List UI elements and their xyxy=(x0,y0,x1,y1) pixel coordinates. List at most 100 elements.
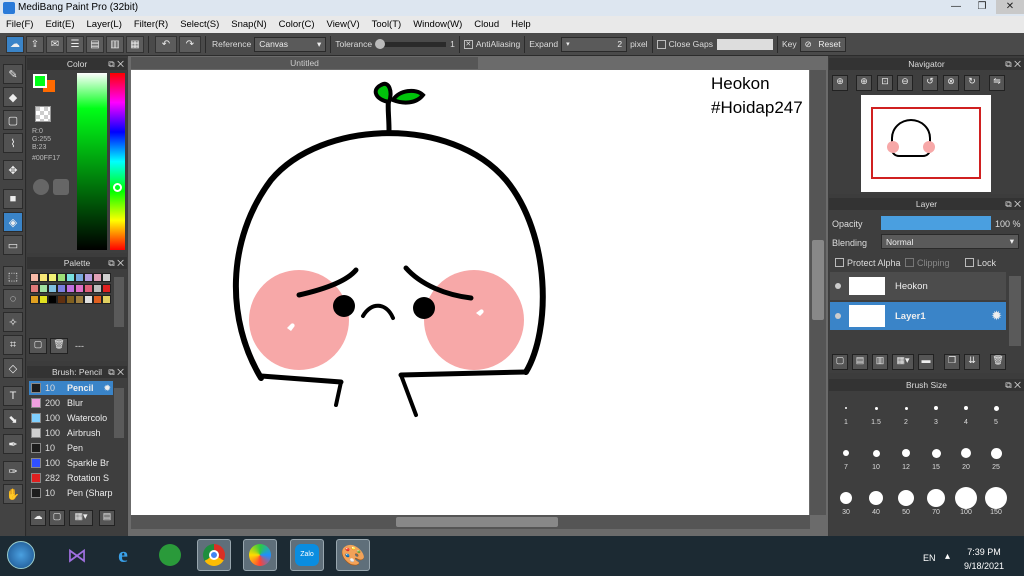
palette-swatch[interactable] xyxy=(30,284,39,293)
cloud-icon[interactable]: ☁ xyxy=(6,35,24,53)
brush-size-preset[interactable]: 15 xyxy=(921,442,951,471)
palette-scrollbar[interactable] xyxy=(114,277,124,327)
clock[interactable]: 7:39 PM 9/18/2021 xyxy=(960,545,1008,573)
clipping-checkbox[interactable] xyxy=(905,258,914,267)
antialiasing-checkbox[interactable]: ✕ xyxy=(463,39,473,49)
palette-swatch[interactable] xyxy=(57,284,66,293)
gradient-tool-icon[interactable]: ▭ xyxy=(3,235,23,255)
palette-swatch[interactable] xyxy=(75,295,84,304)
brush-item[interactable]: 100 Sparkle Br xyxy=(29,456,113,470)
layer-row-selected[interactable]: Layer1 ✹ xyxy=(830,302,1006,330)
shape-tool-icon[interactable]: ▢ xyxy=(3,110,23,130)
color-value-strip[interactable] xyxy=(77,73,107,250)
zoom-out-icon[interactable]: ⊖ xyxy=(897,75,913,91)
chat-icon[interactable]: ☰ xyxy=(66,35,84,53)
fill-rect-tool-icon[interactable]: ■ xyxy=(3,189,23,209)
brush-item[interactable]: 10 Pen xyxy=(29,441,113,455)
undo-icon[interactable]: ↶ xyxy=(155,35,177,53)
new-layer-icon[interactable]: ▢ xyxy=(832,354,848,370)
palette-swatch[interactable] xyxy=(84,284,93,293)
tolerance-slider[interactable] xyxy=(375,38,447,49)
palette-swatch[interactable] xyxy=(30,273,39,282)
fit-window-icon[interactable]: ⊡ xyxy=(877,75,893,91)
drawing-canvas[interactable]: Heokon #Hoidap247 xyxy=(131,70,809,515)
app-green-icon[interactable] xyxy=(153,539,187,571)
protect-alpha-checkbox[interactable] xyxy=(835,258,844,267)
eraser-tool-icon[interactable]: ◆ xyxy=(3,87,23,107)
cloud-brush-icon[interactable]: ☁ xyxy=(30,510,46,526)
divide-tool-icon[interactable]: ⬊ xyxy=(3,409,23,429)
cococ-icon[interactable] xyxy=(243,539,277,571)
brush-size-preset[interactable]: 1.5 xyxy=(861,397,891,426)
add-layer-menu-icon[interactable]: ▦▾ xyxy=(892,354,914,370)
palette-swatch[interactable] xyxy=(48,284,57,293)
reset-button[interactable]: ⊘ Reset xyxy=(799,36,846,52)
hue-marker[interactable] xyxy=(113,183,122,192)
lock-checkbox[interactable] xyxy=(965,258,974,267)
palette-swatch[interactable] xyxy=(75,273,84,282)
brush-item[interactable]: 10 Pencil ✹ xyxy=(29,381,113,395)
palette-swatch[interactable] xyxy=(39,273,48,282)
upload-icon[interactable]: ⇪ xyxy=(26,35,44,53)
palette-swatch[interactable] xyxy=(39,284,48,293)
layer-row[interactable]: Heokon xyxy=(830,272,1006,300)
lasso-tool-icon[interactable]: ◌ xyxy=(3,289,23,309)
brush-size-preset[interactable]: 10 xyxy=(861,442,891,471)
hue-strip[interactable] xyxy=(110,73,125,250)
delete-icon[interactable]: 🗑 xyxy=(990,354,1006,370)
menu-snap[interactable]: Snap(N) xyxy=(225,19,272,30)
palette-swatch[interactable] xyxy=(93,273,102,282)
new-halftone-layer-icon[interactable]: ▤ xyxy=(852,354,868,370)
menu-color[interactable]: Color(C) xyxy=(273,19,321,30)
text-tool-icon[interactable]: T xyxy=(3,386,23,406)
palette-swatch[interactable] xyxy=(84,295,93,304)
menu-layer[interactable]: Layer(L) xyxy=(81,19,128,30)
document-icon[interactable]: ▤ xyxy=(86,35,104,53)
merge-down-icon[interactable]: ⇊ xyxy=(964,354,980,370)
reference-select[interactable]: Canvas ▾ xyxy=(254,36,327,52)
pages-icon[interactable]: ▥ xyxy=(106,35,124,53)
rotate-reset-icon[interactable]: ⊗ xyxy=(943,75,959,91)
brush-tool-icon[interactable]: ✎ xyxy=(3,64,23,84)
palette-icon[interactable] xyxy=(33,179,49,195)
brush-item[interactable]: 282 Rotation S xyxy=(29,471,113,485)
brush-scrollbar[interactable] xyxy=(114,388,124,438)
brush-size-preset[interactable]: 5 xyxy=(981,397,1011,426)
palette-swatch[interactable] xyxy=(48,295,57,304)
opacity-slider[interactable] xyxy=(881,216,991,230)
dot-tool-icon[interactable]: ⌇ xyxy=(3,133,23,153)
close-icon[interactable]: ⧉ ✕ xyxy=(108,257,124,269)
palette-swatch[interactable] xyxy=(75,284,84,293)
horizontal-scrollbar[interactable] xyxy=(131,515,810,529)
start-button[interactable] xyxy=(2,539,40,571)
vertical-scrollbar[interactable] xyxy=(810,70,826,515)
brush-settings-icon[interactable]: ▤ xyxy=(99,510,115,526)
palette-swatch[interactable] xyxy=(57,295,66,304)
minimize-icon[interactable]: — xyxy=(944,0,968,14)
blending-select[interactable]: Normal ▾ xyxy=(881,234,1019,249)
expand-spinner[interactable]: ▾ 2 xyxy=(561,36,628,52)
select-pen-tool-icon[interactable]: ⌗ xyxy=(3,335,23,355)
palette-swatch[interactable] xyxy=(93,295,102,304)
menu-select[interactable]: Select(S) xyxy=(174,19,225,30)
zoom-fit-icon[interactable]: ⊕ xyxy=(832,75,848,91)
brush-size-preset[interactable]: 30 xyxy=(831,487,861,516)
palette-swatch[interactable] xyxy=(102,273,111,282)
brush-size-preset[interactable]: 7 xyxy=(831,442,861,471)
brush-size-preset[interactable]: 50 xyxy=(891,487,921,516)
new-brush-icon[interactable]: ▢ xyxy=(49,510,65,526)
palette-swatch[interactable] xyxy=(57,273,66,282)
visual-studio-icon[interactable]: ⋈ xyxy=(60,539,94,571)
magic-wand-tool-icon[interactable]: ✧ xyxy=(3,312,23,332)
transparent-swatch[interactable] xyxy=(35,106,51,122)
primary-color-swatch[interactable] xyxy=(33,74,47,88)
close-icon[interactable]: ⧉ ✕ xyxy=(108,58,124,70)
internet-explorer-icon[interactable]: e xyxy=(106,539,140,571)
palette-swatch[interactable] xyxy=(39,295,48,304)
brush-size-preset[interactable]: 70 xyxy=(921,487,951,516)
zoom-in-icon[interactable]: ⊕ xyxy=(856,75,872,91)
grid-icon[interactable]: ▦ xyxy=(126,35,144,53)
pen-tool-icon[interactable]: ✑ xyxy=(3,461,23,481)
brush-size-preset[interactable]: 1 xyxy=(831,397,861,426)
rotate-left-icon[interactable]: ↺ xyxy=(922,75,938,91)
